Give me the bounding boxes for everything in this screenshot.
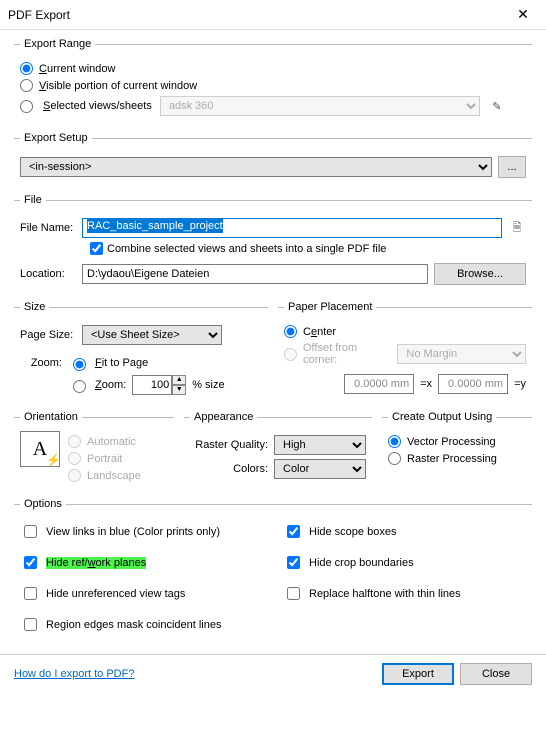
- placement-legend: Paper Placement: [284, 301, 376, 313]
- bolt-icon: ⚡: [46, 453, 61, 468]
- output-group: Create Output Using Vector Processing Ra…: [382, 411, 532, 490]
- edit-set-icon[interactable]: ✎: [488, 100, 506, 113]
- offset-y-input: [438, 374, 508, 394]
- filename-label: File Name:: [20, 222, 76, 234]
- chk-hide-scope[interactable]: [287, 525, 300, 538]
- label-orient-auto: Automatic: [87, 436, 136, 448]
- filename-text: RAC_basic_sample_project: [87, 219, 223, 233]
- options-group: Options View links in blue (Color prints…: [14, 498, 532, 642]
- label-zoom: Zoom:: [95, 379, 126, 391]
- zoom-label: Zoom:: [20, 357, 62, 369]
- radio-offset: [284, 348, 297, 361]
- radio-visible-portion[interactable]: [20, 79, 33, 92]
- appearance-group: Appearance Raster Quality: High Colors: …: [184, 411, 372, 490]
- chk-view-links[interactable]: [24, 525, 37, 538]
- appearance-legend: Appearance: [190, 411, 257, 423]
- radio-raster[interactable]: [388, 452, 401, 465]
- colors-label: Colors:: [190, 463, 268, 475]
- orientation-legend: Orientation: [20, 411, 82, 423]
- radio-current-window[interactable]: [20, 62, 33, 75]
- filename-input[interactable]: RAC_basic_sample_project: [82, 218, 502, 238]
- radio-vector[interactable]: [388, 435, 401, 448]
- eq-x: =x: [420, 378, 432, 390]
- chk-hide-ref[interactable]: [24, 556, 37, 569]
- export-setup-group: Export Setup <in-session> ...: [14, 132, 532, 186]
- eq-y: =y: [514, 378, 526, 390]
- label-hide-unref: Hide unreferenced view tags: [46, 588, 185, 600]
- margin-select: No Margin: [397, 344, 526, 364]
- output-legend: Create Output Using: [388, 411, 496, 423]
- radio-orient-auto: [68, 435, 81, 448]
- help-link[interactable]: How do I export to PDF?: [14, 668, 134, 680]
- chk-hide-unref[interactable]: [24, 587, 37, 600]
- label-current-window: Current window: [39, 63, 115, 75]
- orientation-group: Orientation A⚡ Automatic Portrait Landsc…: [14, 411, 174, 490]
- setup-more-button[interactable]: ...: [498, 156, 526, 178]
- label-hide-scope: Hide scope boxes: [309, 526, 396, 538]
- chk-region-edges[interactable]: [24, 618, 37, 631]
- label-fit-to-page: Fit to Page: [95, 357, 148, 369]
- zoom-spinner[interactable]: ▲▼: [132, 375, 186, 395]
- label-orient-landscape: Landscape: [87, 470, 141, 482]
- placement-group: Paper Placement Center Offset from corne…: [278, 301, 532, 403]
- colors-select[interactable]: Color: [274, 459, 366, 479]
- selected-set-select: adsk 360: [160, 96, 480, 116]
- label-center: Center: [303, 326, 336, 338]
- pagesize-label: Page Size:: [20, 329, 76, 341]
- export-setup-legend: Export Setup: [20, 132, 92, 144]
- orientation-icon: A⚡: [20, 431, 60, 467]
- size-legend: Size: [20, 301, 49, 313]
- export-range-group: Export Range Current window Visible port…: [14, 38, 532, 124]
- label-offset: Offset from corner:: [303, 342, 393, 366]
- label-region-edges: Region edges mask coincident lines: [46, 619, 222, 631]
- offset-x-input: [344, 374, 414, 394]
- window-title: PDF Export: [8, 8, 508, 22]
- label-view-links: View links in blue (Color prints only): [46, 526, 220, 538]
- radio-center[interactable]: [284, 325, 297, 338]
- zoom-suffix: % size: [192, 379, 224, 391]
- combine-checkbox[interactable]: [90, 242, 103, 255]
- combine-label: Combine selected views and sheets into a…: [107, 243, 386, 255]
- label-orient-portrait: Portrait: [87, 453, 122, 465]
- zoom-down-button[interactable]: ▼: [172, 385, 186, 395]
- radio-selected-views[interactable]: [20, 100, 33, 113]
- filename-edit-icon[interactable]: 🗎: [508, 219, 526, 238]
- zoom-value-input[interactable]: [132, 375, 172, 395]
- close-icon[interactable]: ✕: [508, 6, 538, 23]
- chk-hide-crop[interactable]: [287, 556, 300, 569]
- label-selected-views: Selected views/sheets: [43, 100, 152, 112]
- label-replace-half: Replace halftone with thin lines: [309, 588, 461, 600]
- radio-orient-landscape: [68, 469, 81, 482]
- export-setup-select[interactable]: <in-session>: [20, 157, 492, 177]
- label-visible-portion: Visible portion of current window: [39, 80, 197, 92]
- location-input[interactable]: [82, 264, 428, 284]
- radio-orient-portrait: [68, 452, 81, 465]
- label-hide-ref: Hide ref/work planes: [46, 557, 146, 569]
- radio-zoom[interactable]: [73, 380, 86, 393]
- export-button[interactable]: Export: [382, 663, 454, 685]
- label-raster: Raster Processing: [407, 453, 497, 465]
- radio-fit-to-page[interactable]: [73, 358, 86, 371]
- chk-replace-half[interactable]: [287, 587, 300, 600]
- zoom-up-button[interactable]: ▲: [172, 375, 186, 385]
- location-label: Location:: [20, 268, 76, 280]
- browse-button[interactable]: Browse...: [434, 263, 526, 285]
- label-hide-crop: Hide crop boundaries: [309, 557, 414, 569]
- raster-select[interactable]: High: [274, 435, 366, 455]
- label-vector: Vector Processing: [407, 436, 496, 448]
- close-button[interactable]: Close: [460, 663, 532, 685]
- options-legend: Options: [20, 498, 66, 510]
- raster-label: Raster Quality:: [190, 439, 268, 451]
- size-group: Size Page Size: <Use Sheet Size> Zoom: F…: [14, 301, 268, 403]
- export-range-legend: Export Range: [20, 38, 95, 50]
- file-group: File File Name: RAC_basic_sample_project…: [14, 194, 532, 293]
- file-legend: File: [20, 194, 46, 206]
- pagesize-select[interactable]: <Use Sheet Size>: [82, 325, 222, 345]
